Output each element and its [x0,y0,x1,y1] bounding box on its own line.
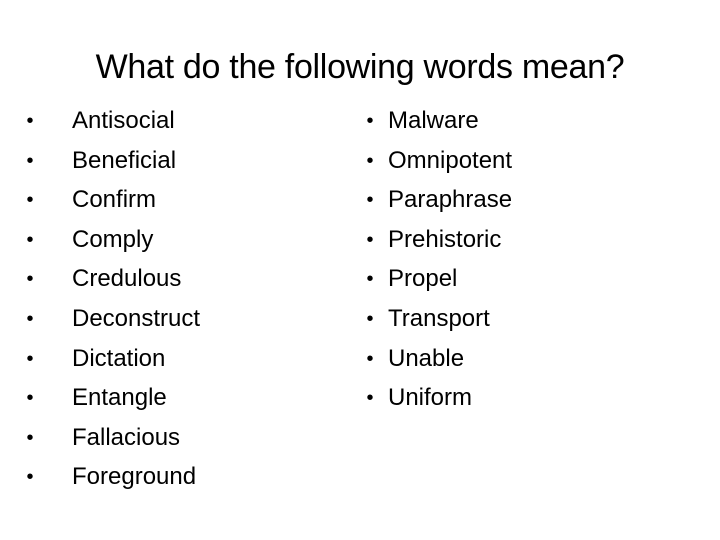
slide-title: What do the following words mean? [95,48,625,86]
bullet-icon: • [26,466,34,489]
word-label: Omnipotent [388,146,513,174]
word-label: Fallacious [72,423,181,451]
bullet-icon: • [366,268,374,291]
word-label: Paraphrase [388,186,513,214]
word-label: Propel [388,265,458,293]
word-label: Entangle [72,384,167,412]
word-label: Transport [388,304,490,332]
bullet-icon: • [26,387,34,410]
word-label: Confirm [72,186,157,214]
word-label: Comply [72,225,154,253]
word-label: Dictation [72,344,166,372]
word-label: Beneficial [72,146,177,174]
bullet-icon: • [26,110,34,132]
bullet-icon: • [366,347,374,370]
word-label: Uniform [388,384,473,412]
bullet-icon: • [366,189,374,212]
bullet-icon: • [366,110,374,132]
word-label: Foreground [72,463,197,491]
word-label: Unable [388,344,465,372]
bullet-icon: • [26,268,34,291]
bullet-icon: • [26,426,34,449]
bullet-icon: • [366,228,374,251]
word-label: Malware [388,107,479,134]
bullet-icon: • [26,149,34,172]
word-label: Deconstruct [72,304,201,332]
bullet-icon: • [26,189,34,212]
word-label: Credulous [72,265,182,293]
bullet-icon: • [366,387,374,410]
bullet-icon: • [26,228,34,251]
bullet-icon: • [26,347,34,370]
bullet-icon: • [366,149,374,172]
bullet-icon: • [26,307,34,330]
word-label: Prehistoric [388,225,502,253]
bullet-icon: • [366,307,374,330]
word-label: Antisocial [72,107,175,134]
